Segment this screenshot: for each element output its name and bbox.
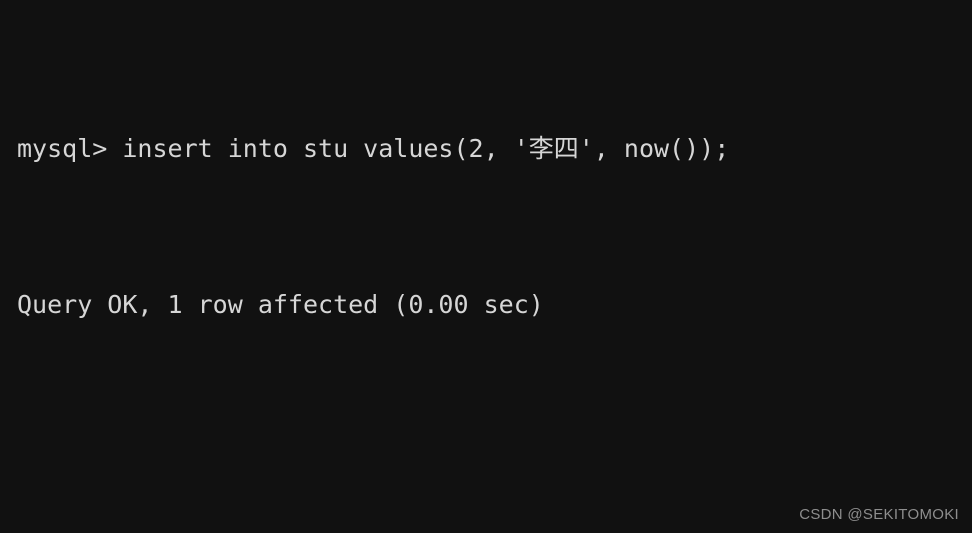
mysql-terminal-window[interactable]: mysql> insert into stu values(2, '李四', n… [0, 0, 972, 533]
insert-status-line: Query OK, 1 row affected (0.00 sec) [17, 290, 544, 319]
command-line-insert: mysql> insert into stu values(2, '李四', n… [17, 134, 730, 163]
csdn-watermark: CSDN @SEKITOMOKI [799, 506, 959, 523]
terminal-output: mysql> insert into stu values(2, '李四', n… [17, 12, 729, 533]
